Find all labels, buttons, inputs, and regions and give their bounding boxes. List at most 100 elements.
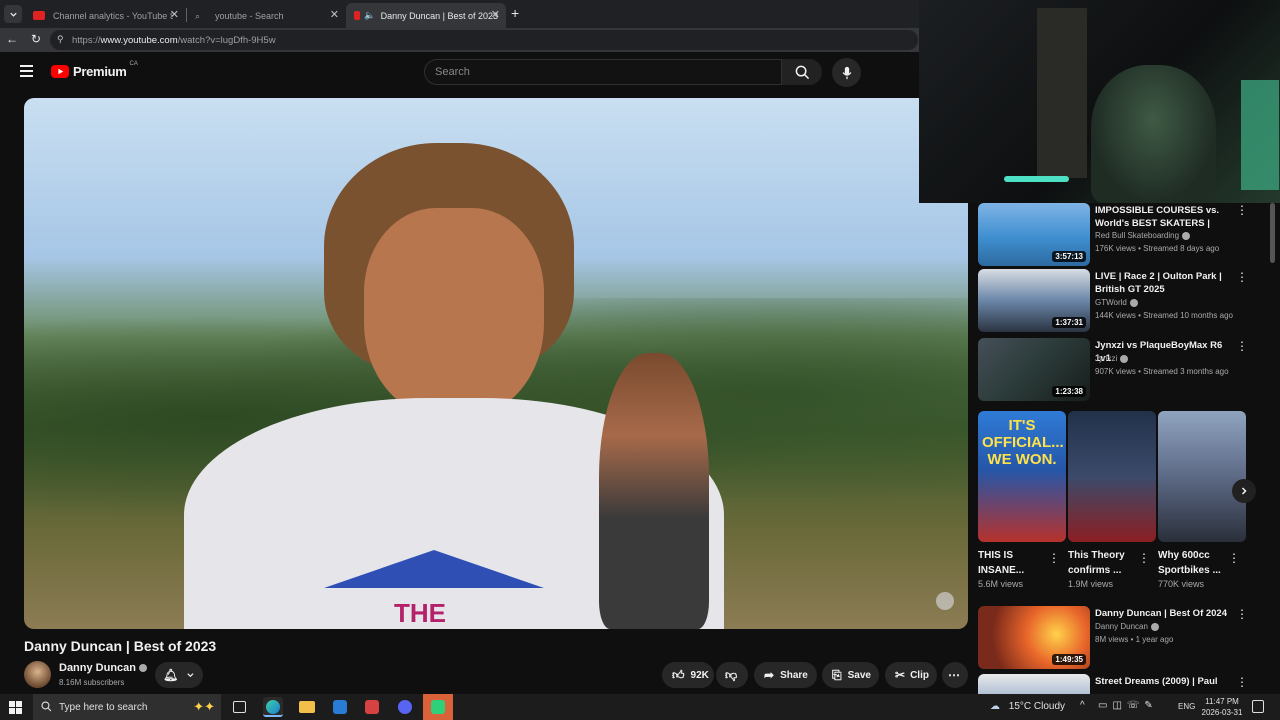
duration-badge: 1:49:35 <box>1052 654 1086 665</box>
scissors-icon: ✂ <box>895 668 906 682</box>
video-thumbnail[interactable] <box>978 674 1090 694</box>
tab-channel-analytics[interactable]: Channel analytics - YouTube Studi ✕ <box>25 3 185 28</box>
webcam-overlay <box>919 0 1280 203</box>
weather-widget[interactable]: ☁ 15°C Cloudy <box>990 701 1065 712</box>
weather-text: 15°C Cloudy <box>1008 701 1066 712</box>
more-vertical-icon[interactable]: ⋮ <box>1048 551 1060 565</box>
more-vertical-icon[interactable]: ⋮ <box>1228 551 1240 565</box>
short-item[interactable]: This Theory confirms ... 1.9M views ⋮ <box>1068 411 1156 589</box>
list-item[interactable]: 1:49:35 Danny Duncan | Best Of 2024 Dann… <box>978 606 1268 672</box>
list-item[interactable]: 1:37:31 LIVE | Race 2 | Oulton Park | Br… <box>978 269 1268 335</box>
active-app-icon[interactable] <box>423 694 453 720</box>
video-second-person <box>599 353 709 629</box>
short-title[interactable]: This Theory confirms ... <box>1068 548 1138 578</box>
video-player[interactable]: THE <box>24 98 968 629</box>
video-title[interactable]: LIVE | Race 2 | Oulton Park | British GT… <box>1095 270 1235 296</box>
channel-name[interactable]: Danny Duncan <box>1095 622 1159 631</box>
reload-icon[interactable]: ↻ <box>31 32 41 46</box>
close-tab-icon[interactable]: ✕ <box>491 8 500 21</box>
video-title[interactable]: Danny Duncan | Best Of 2024 <box>1095 607 1235 620</box>
close-tab-icon[interactable]: ✕ <box>170 8 179 21</box>
short-item[interactable]: IT'S OFFICIAL... WE WON. THIS IS INSANE.… <box>978 411 1066 589</box>
tray-icons[interactable]: ▭◫☏✎ <box>1098 700 1158 711</box>
tray-chevron-up-icon[interactable]: ^ <box>1080 700 1085 711</box>
short-thumbnail[interactable]: IT'S OFFICIAL... WE WON. <box>978 411 1066 542</box>
video-title[interactable]: Street Dreams (2009) | Paul <box>1095 675 1235 688</box>
list-item[interactable]: 3:57:13 IMPOSSIBLE COURSES vs. World's B… <box>978 203 1268 269</box>
webcam-door <box>1037 8 1087 178</box>
voice-search-button[interactable] <box>832 58 861 87</box>
more-vertical-icon[interactable]: ⋮ <box>1236 270 1248 284</box>
channel-name-text: Jynxzi <box>1095 354 1118 363</box>
list-item[interactable]: 1:23:38 Jynxzi vs PlaqueBoyMax R6 1v1 Jy… <box>978 338 1268 404</box>
channel-name[interactable]: Jynxzi <box>1095 354 1129 363</box>
youtube-premium-logo[interactable]: Premium CA <box>51 61 138 79</box>
more-vertical-icon[interactable]: ⋮ <box>1236 339 1248 353</box>
windows-start-icon[interactable] <box>9 701 22 714</box>
search-button[interactable] <box>782 59 822 85</box>
close-tab-icon[interactable]: ✕ <box>330 8 339 21</box>
tab-youtube-search[interactable]: ⌕ youtube - Search ✕ <box>187 3 345 28</box>
tab-search-dropdown-button[interactable] <box>4 5 22 23</box>
taskbar-search-input[interactable]: Type here to search ✦✦ <box>33 694 221 720</box>
short-item[interactable]: Why 600cc Sportbikes ... 770K views ⋮ <box>1158 411 1246 589</box>
video-thumbnail[interactable]: 3:57:13 <box>978 203 1090 266</box>
windows-taskbar: Type here to search ✦✦ ☁ 15°C Cloudy ^ ▭… <box>0 694 1280 720</box>
save-label: Save <box>847 669 871 681</box>
hamburger-menu-icon[interactable] <box>20 65 33 77</box>
video-title[interactable]: IMPOSSIBLE COURSES vs. World's BEST SKAT… <box>1095 204 1235 231</box>
bookmark-icon: ⎘ <box>832 667 842 682</box>
verified-icon <box>1120 354 1129 363</box>
taskbar-search-placeholder: Type here to search <box>59 701 148 713</box>
verified-icon <box>1182 231 1191 240</box>
save-button[interactable]: ⎘ Save <box>822 662 879 688</box>
video-title: Danny Duncan | Best of 2023 <box>24 638 217 654</box>
more-vertical-icon[interactable]: ⋮ <box>1236 203 1248 217</box>
gift-app-icon[interactable] <box>362 697 382 717</box>
clip-label: Clip <box>910 669 929 681</box>
file-explorer-icon[interactable] <box>297 697 317 717</box>
youtube-icon <box>354 11 361 20</box>
channel-name[interactable]: Danny Duncan <box>59 662 148 674</box>
dislike-button[interactable]: 👎︎ <box>716 662 748 688</box>
channel-watermark-icon[interactable] <box>936 592 954 610</box>
channel-name[interactable]: GTWorld <box>1095 298 1138 307</box>
list-item[interactable]: Street Dreams (2009) | Paul ⋮ <box>978 674 1268 694</box>
discord-icon[interactable] <box>395 697 415 717</box>
language-indicator[interactable]: ENG <box>1178 702 1195 711</box>
mail-icon[interactable] <box>330 697 350 717</box>
short-thumbnail[interactable] <box>1158 411 1246 542</box>
search-input[interactable]: Search <box>424 59 782 85</box>
url-prefix: https:// <box>72 34 101 46</box>
new-tab-button[interactable]: + <box>511 5 519 21</box>
short-title[interactable]: THIS IS INSANE... <box>978 548 1048 578</box>
share-button[interactable]: ➦ Share <box>754 662 817 688</box>
more-actions-button[interactable]: ⋯ <box>942 662 968 688</box>
back-arrow-icon[interactable]: ← <box>6 32 18 46</box>
video-shirt-text: THE <box>394 598 446 628</box>
shorts-next-button[interactable] <box>1232 479 1256 503</box>
channel-name[interactable]: Red Bull Skateboarding <box>1095 231 1191 240</box>
video-thumbnail[interactable]: 1:49:35 <box>978 606 1090 669</box>
task-view-icon[interactable] <box>233 701 246 713</box>
clock[interactable]: 11:47 PM 2026-03-31 <box>1198 696 1246 718</box>
address-bar[interactable]: ⚲ https://www.youtube.com/watch?v=lugDfh… <box>50 30 918 50</box>
video-thumbnail[interactable]: 1:37:31 <box>978 269 1090 332</box>
notification-icon[interactable] <box>1252 700 1264 713</box>
video-thumbnail[interactable]: 1:23:38 <box>978 338 1090 401</box>
short-title[interactable]: Why 600cc Sportbikes ... <box>1158 548 1228 578</box>
more-vertical-icon[interactable]: ⋮ <box>1236 607 1248 621</box>
edge-browser-icon[interactable] <box>263 697 283 717</box>
like-button[interactable]: 👍︎ 92K <box>662 662 714 688</box>
sidebar-scrollbar[interactable] <box>1270 203 1275 263</box>
short-thumbnail[interactable] <box>1068 411 1156 542</box>
more-vertical-icon[interactable]: ⋮ <box>1236 675 1248 689</box>
search-icon <box>41 701 52 712</box>
channel-avatar[interactable] <box>24 661 51 688</box>
site-info-icon[interactable]: ⚲ <box>57 34 64 45</box>
tab-danny-duncan[interactable]: 🔈 Danny Duncan | Best of 2023 ✕ <box>346 3 506 28</box>
subscribed-button[interactable]: 🔔︎ <box>155 662 203 688</box>
subscriber-count: 8.16M subscribers <box>59 678 125 687</box>
more-vertical-icon[interactable]: ⋮ <box>1138 551 1150 565</box>
clip-button[interactable]: ✂ Clip <box>885 662 937 688</box>
